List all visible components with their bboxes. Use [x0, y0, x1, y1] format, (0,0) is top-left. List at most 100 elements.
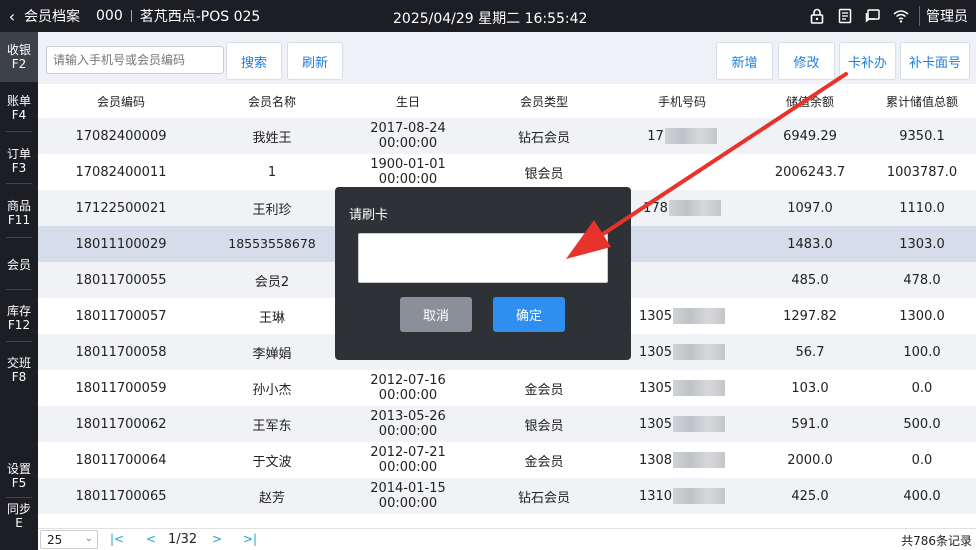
cancel-button[interactable]: 取消 [400, 297, 472, 332]
cell-total: 400.0 [903, 488, 941, 504]
table-row[interactable]: 17082400009 我姓王 2017-08-24 00:00:00 钻石会员… [38, 118, 976, 154]
cell-phone: 1305 [612, 370, 752, 406]
divider [130, 10, 132, 22]
redacted-block [673, 416, 726, 432]
page-title: 会员档案 [24, 9, 80, 25]
cell-code: 18011700062 [75, 416, 167, 432]
cell-balance: 1097.0 [787, 200, 833, 216]
cell-phone: 1305 [612, 298, 752, 334]
store-name: 茗芃西点-POS 025 [139, 9, 261, 25]
table-row[interactable]: 18011700059 孙小杰 2012-07-16 00:00:00 金会员 … [38, 370, 976, 406]
cell-name: 王军东 [252, 418, 292, 434]
sidebar-item-cashier[interactable]: 收银 F2 [0, 32, 38, 82]
sidebar-item-label: 会员 [6, 258, 31, 272]
last-page-icon[interactable]: >| [243, 532, 257, 546]
card-reissue-button[interactable]: 卡补办 [839, 42, 896, 80]
table-row[interactable]: 18011700064 于文波 2012-07-21 00:00:00 金会员 … [38, 442, 976, 478]
cell-total: 0.0 [911, 452, 933, 468]
column-header[interactable]: 储值余额 [752, 84, 868, 118]
refresh-button[interactable]: 刷新 [287, 42, 343, 80]
cell-name: 18553558678 [228, 236, 316, 251]
cell-code: 18011700057 [75, 308, 167, 324]
chat-icon[interactable] [859, 0, 887, 32]
cell-birthday: 2017-08-24 00:00:00 [370, 121, 446, 151]
cell-total: 1300.0 [899, 308, 945, 324]
cell-phone: 17 [612, 118, 752, 154]
top-bar: ‹ 会员档案 000 茗芃西点-POS 025 2025/04/29 星期二 1… [0, 0, 976, 32]
sidebar-item-label: 同步 [6, 502, 31, 516]
cell-name: 1 [267, 164, 277, 180]
cell-code: 18011700065 [75, 488, 167, 504]
sidebar-item-label: 交班 [6, 356, 31, 370]
page-indicator: 1/32 [168, 532, 198, 547]
card-number-input[interactable] [358, 233, 608, 283]
column-header[interactable]: 会员编码 [38, 84, 204, 118]
swipe-card-dialog: 请刷卡 取消 确定 [335, 187, 631, 360]
page-size-select[interactable]: 25 ⌄ [40, 530, 98, 549]
table-row[interactable]: 18011700062 王军东 2013-05-26 00:00:00 银会员 … [38, 406, 976, 442]
sidebar-item-inventory[interactable]: 库存 F12 [0, 290, 38, 342]
cell-type: 银会员 [524, 166, 564, 182]
table-row[interactable]: 17082400011 1 1900-01-01 00:00:00 银会员 20… [38, 154, 976, 190]
cell-balance: 485.0 [791, 272, 829, 288]
user-menu[interactable]: 管理员 [919, 6, 976, 26]
column-header[interactable]: 会员类型 [476, 84, 612, 118]
add-button[interactable]: 新增 [716, 42, 773, 80]
cell-balance: 591.0 [791, 416, 829, 432]
sidebar-item-label: 收银 [6, 43, 31, 57]
store-code: 000 [96, 8, 123, 24]
first-page-icon[interactable]: |< [110, 532, 124, 546]
cell-total: 0.0 [911, 380, 933, 396]
total-records: 共786条记录 [901, 534, 972, 548]
card-face-number-button[interactable]: 补卡面号 [900, 42, 970, 80]
sidebar-item-key: F8 [11, 370, 27, 384]
cell-type: 钻石会员 [517, 130, 570, 146]
sidebar-item-label: 设置 [6, 462, 31, 476]
redacted-block [673, 452, 726, 468]
sidebar-item-products[interactable]: 商品 F11 [0, 184, 38, 238]
prev-page-icon[interactable]: < [146, 532, 156, 546]
cell-code: 18011700055 [75, 272, 167, 288]
confirm-button[interactable]: 确定 [493, 297, 565, 332]
pagination-bar: 25 ⌄ |< < 1/32 > >| 共786条记录 [38, 528, 976, 550]
note-icon[interactable] [831, 0, 859, 32]
cell-balance: 2006243.7 [774, 164, 846, 180]
cell-phone: 1305 [612, 406, 752, 442]
sidebar-item-key: F5 [11, 476, 27, 490]
sidebar-item-orders[interactable]: 订单 F3 [0, 132, 38, 184]
next-page-icon[interactable]: > [212, 532, 222, 546]
cell-birthday: 2014-01-15 00:00:00 [370, 481, 446, 511]
column-header[interactable]: 累计储值总额 [868, 84, 976, 118]
sidebar-item-members[interactable]: 会员 [0, 238, 38, 290]
sidebar-item-settings[interactable]: 设置 F5 [0, 452, 38, 498]
table-row[interactable]: 18011700065 赵芳 2014-01-15 00:00:00 钻石会员 … [38, 478, 976, 514]
cell-code: 17122500021 [75, 200, 167, 216]
cell-name: 王利珍 [252, 202, 292, 218]
search-input[interactable] [46, 46, 224, 74]
sidebar-item-sync[interactable]: 同步 E [0, 498, 38, 550]
lock-icon[interactable] [803, 0, 831, 32]
toolbar: 搜索 刷新 新增 修改 卡补办 补卡面号 [38, 32, 976, 84]
cell-balance: 2000.0 [787, 452, 833, 468]
sidebar-item-shift[interactable]: 交班 F8 [0, 342, 38, 402]
cell-phone: 1305 [612, 334, 752, 370]
column-header[interactable]: 手机号码 [612, 84, 752, 118]
sidebar: 收银 F2 账单 F4 订单 F3 商品 F11 会员 库存 F12 交班 F8… [0, 32, 38, 550]
cell-name: 王琳 [258, 310, 285, 326]
cell-total: 100.0 [903, 344, 941, 360]
sidebar-item-bills[interactable]: 账单 F4 [0, 82, 38, 132]
edit-button[interactable]: 修改 [778, 42, 835, 80]
cell-total: 500.0 [903, 416, 941, 432]
column-header[interactable]: 生日 [340, 84, 476, 118]
sidebar-item-key: F12 [7, 318, 31, 332]
column-header[interactable]: 会员名称 [204, 84, 340, 118]
cell-name: 会员2 [254, 274, 290, 290]
cell-birthday: 1900-01-01 00:00:00 [370, 157, 446, 187]
cell-code: 17082400009 [75, 128, 167, 144]
back-icon[interactable]: ‹ [0, 7, 24, 26]
cell-birthday: 2013-05-26 00:00:00 [370, 409, 446, 439]
cell-balance: 56.7 [795, 344, 825, 360]
cell-name: 孙小杰 [252, 382, 292, 398]
cell-name: 李婵娟 [252, 346, 292, 362]
search-button[interactable]: 搜索 [226, 42, 282, 80]
